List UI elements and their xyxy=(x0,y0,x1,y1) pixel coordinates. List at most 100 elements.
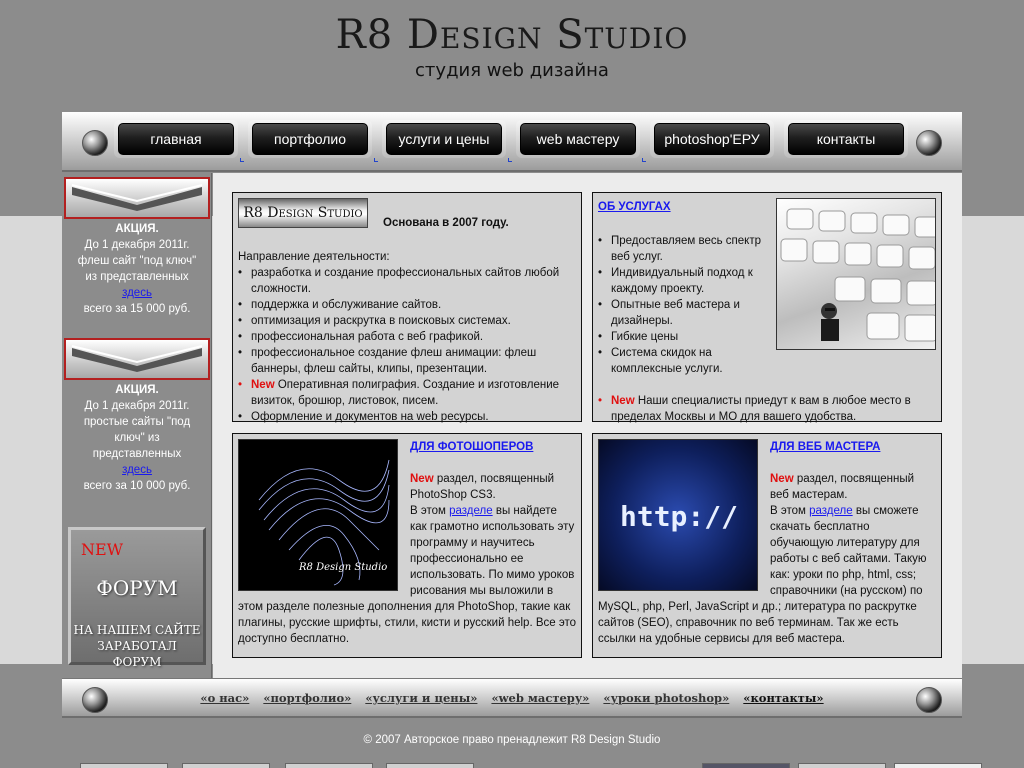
list-item: профессиональное создание флеш анимации:… xyxy=(238,345,576,377)
footer-link-portfolio[interactable]: «портфолио» xyxy=(263,691,351,705)
footer-links: «о нас» «портфолио» «услуги и цены» «web… xyxy=(62,691,962,705)
webmaster-text-p2a: В этом xyxy=(770,505,810,517)
footer-link-webmaster[interactable]: «web мастеру» xyxy=(491,691,589,705)
promo-price: всего за 15 000 руб. xyxy=(83,303,191,315)
site-subtitle: студия web дизайна xyxy=(415,60,609,81)
promo-price: всего за 10 000 руб. xyxy=(83,480,191,492)
promo-link[interactable]: здесь xyxy=(122,464,152,476)
footer-link-contacts[interactable]: «контакты» xyxy=(743,691,823,705)
services-panel: ОБ УСЛУГАХ Предоставляем весь спектр веб… xyxy=(592,192,942,425)
nav-link-marker xyxy=(508,158,512,162)
webmaster-section-link[interactable]: разделе xyxy=(809,505,853,517)
nav-ball-right-icon xyxy=(916,130,942,156)
footer-nav: «о нас» «портфолио» «услуги и цены» «web… xyxy=(62,678,962,718)
swirl-illustration: R8 Design Studio xyxy=(258,459,390,586)
new-item-text: Наши специалисты приедут к вам в любое м… xyxy=(611,395,911,423)
forum-banner[interactable]: NEW ФОРУМ НА НАШЕМ САЙТЕ ЗАРАБОТАЛ ФОРУМ xyxy=(68,527,206,669)
list-item: Опытные веб мастера и дизайнеры. xyxy=(598,297,770,329)
webmaster-panel: http:// ДЛЯ ВЕБ МАСТЕРА New раздел, посв… xyxy=(592,433,942,658)
services-heading-link[interactable]: ОБ УСЛУГАХ xyxy=(598,201,671,213)
webmaster-heading-link[interactable]: ДЛЯ ВЕБ МАСТЕРА xyxy=(770,441,880,453)
founded-text: Основана в 2007 году. xyxy=(383,217,509,229)
footer-link-photoshop[interactable]: «уроки photoshop» xyxy=(603,691,729,705)
nav-photoshop-label: photoshop'ЕРУ xyxy=(654,123,770,155)
promo-text: До 1 декабря 2011г. xyxy=(84,239,190,251)
list-item-new: New Оперативная полиграфия. Создание и и… xyxy=(238,377,576,409)
activity-list: разработка и создание профессиональных с… xyxy=(238,265,576,425)
photoshop-text-p2a: В этом xyxy=(410,505,450,517)
promo-text: из представленных xyxy=(85,271,189,283)
promo-title: АКЦИЯ. xyxy=(115,223,159,235)
new-label: New xyxy=(410,473,434,485)
nav-portfolio[interactable]: портфолио xyxy=(248,120,372,158)
forum-subtitle-line: НА НАШЕМ САЙТЕ xyxy=(73,623,201,637)
image-caption: R8 Design Studio xyxy=(298,562,387,573)
banner-chevron-icon xyxy=(71,184,203,211)
nav-webmaster[interactable]: web мастеру xyxy=(516,120,640,158)
nav-photoshop[interactable]: photoshop'ЕРУ xyxy=(650,120,774,158)
footer-link-services[interactable]: «услуги и цены» xyxy=(365,691,477,705)
studio-logo: R8 Design Studio xyxy=(238,198,368,228)
http-illustration: http:// xyxy=(620,500,738,533)
main-nav: главная портфолио услуги и цены web маст… xyxy=(62,112,962,172)
forum-title: ФОРУМ xyxy=(96,576,178,600)
counter-badge[interactable] xyxy=(894,763,982,768)
list-item: разработка и создание профессиональных с… xyxy=(238,265,576,297)
photoshop-heading-link[interactable]: ДЛЯ ФОТОШОПЕРОВ xyxy=(410,441,533,453)
list-item: Гибкие цены xyxy=(598,329,770,345)
nav-home-label: главная xyxy=(118,123,234,155)
nav-contacts[interactable]: контакты xyxy=(784,120,908,158)
list-item: поддержка и обслуживание сайтов. xyxy=(238,297,576,313)
http-text: http:// xyxy=(620,500,738,533)
direction-heading: Направление деятельности: xyxy=(238,251,390,263)
promo-link[interactable]: здесь xyxy=(122,287,152,299)
nav-portfolio-label: портфолио xyxy=(252,123,368,155)
counter-badge[interactable] xyxy=(386,763,474,768)
list-item: Оформление и документов на web ресурсы. xyxy=(238,409,576,425)
nav-webmaster-label: web мастеру xyxy=(520,123,636,155)
footer-link-about[interactable]: «о нас» xyxy=(200,691,249,705)
counter-badge[interactable] xyxy=(182,763,270,768)
counter-badge[interactable] xyxy=(285,763,373,768)
promo-text: представленных xyxy=(92,448,182,460)
list-item-new: New Наши специалисты приедут к вам в люб… xyxy=(598,393,936,425)
list-item: Система скидок на комплексные услуги. xyxy=(598,345,770,377)
keyboard-illustration xyxy=(780,208,935,342)
nav-link-marker xyxy=(642,158,646,162)
nav-services[interactable]: услуги и цены xyxy=(382,120,506,158)
promo-title: АКЦИЯ. xyxy=(115,384,159,396)
counter-badge[interactable] xyxy=(80,763,168,768)
forum-subtitle-line: ЗАРАБОТАЛ ФОРУМ xyxy=(97,639,177,669)
counter-badge[interactable] xyxy=(702,763,790,768)
photoshop-panel: R8 Design Studio ДЛЯ ФОТОШОПЕРОВ New раз… xyxy=(232,433,582,658)
promo-text: простые сайты "под xyxy=(83,416,191,428)
promo-text: флеш сайт "под ключ" xyxy=(77,255,197,267)
nav-ball-left-icon xyxy=(82,130,108,156)
services-new-list: New Наши специалисты приедут к вам в люб… xyxy=(598,393,936,425)
nav-link-marker xyxy=(240,158,244,162)
promo-banner-2[interactable] xyxy=(64,338,210,380)
services-list: Предоставляем весь спектр веб услуг. Инд… xyxy=(598,233,770,377)
list-item: оптимизация и раскрутка в поисковых сист… xyxy=(238,313,576,329)
new-label: New xyxy=(770,473,794,485)
new-label: New xyxy=(611,395,635,407)
about-panel: R8 Design Studio Основана в 2007 году. Н… xyxy=(232,192,582,425)
nav-home[interactable]: главная xyxy=(114,120,238,158)
forum-subtitle: НА НАШЕМ САЙТЕ ЗАРАБОТАЛ ФОРУМ xyxy=(71,622,203,670)
copyright-text: © 2007 Авторское право пренадлежит R8 De… xyxy=(363,734,661,746)
forum-new-label: NEW xyxy=(81,540,124,559)
sidebar: АКЦИЯ. До 1 декабря 2011г. флеш сайт "по… xyxy=(62,173,212,678)
new-item-text: Оперативная полиграфия. Создание и изгот… xyxy=(251,379,560,407)
list-item: Предоставляем весь спектр веб услуг. xyxy=(598,233,770,265)
nav-contacts-label: контакты xyxy=(788,123,904,155)
webmaster-image: http:// xyxy=(598,439,758,591)
photoshop-section-link[interactable]: разделе xyxy=(449,505,493,517)
list-item: Индивидуальный подход к каждому проекту. xyxy=(598,265,770,297)
site-title: R8 Design Studio xyxy=(335,12,689,58)
promo-block-2: АКЦИЯ. До 1 декабря 2011г. простые сайты… xyxy=(62,382,212,494)
banner-chevron-icon xyxy=(71,345,203,372)
promo-text: До 1 декабря 2011г. xyxy=(84,400,190,412)
nav-link-marker xyxy=(374,158,378,162)
promo-banner-1[interactable] xyxy=(64,177,210,219)
counter-badge[interactable] xyxy=(798,763,886,768)
